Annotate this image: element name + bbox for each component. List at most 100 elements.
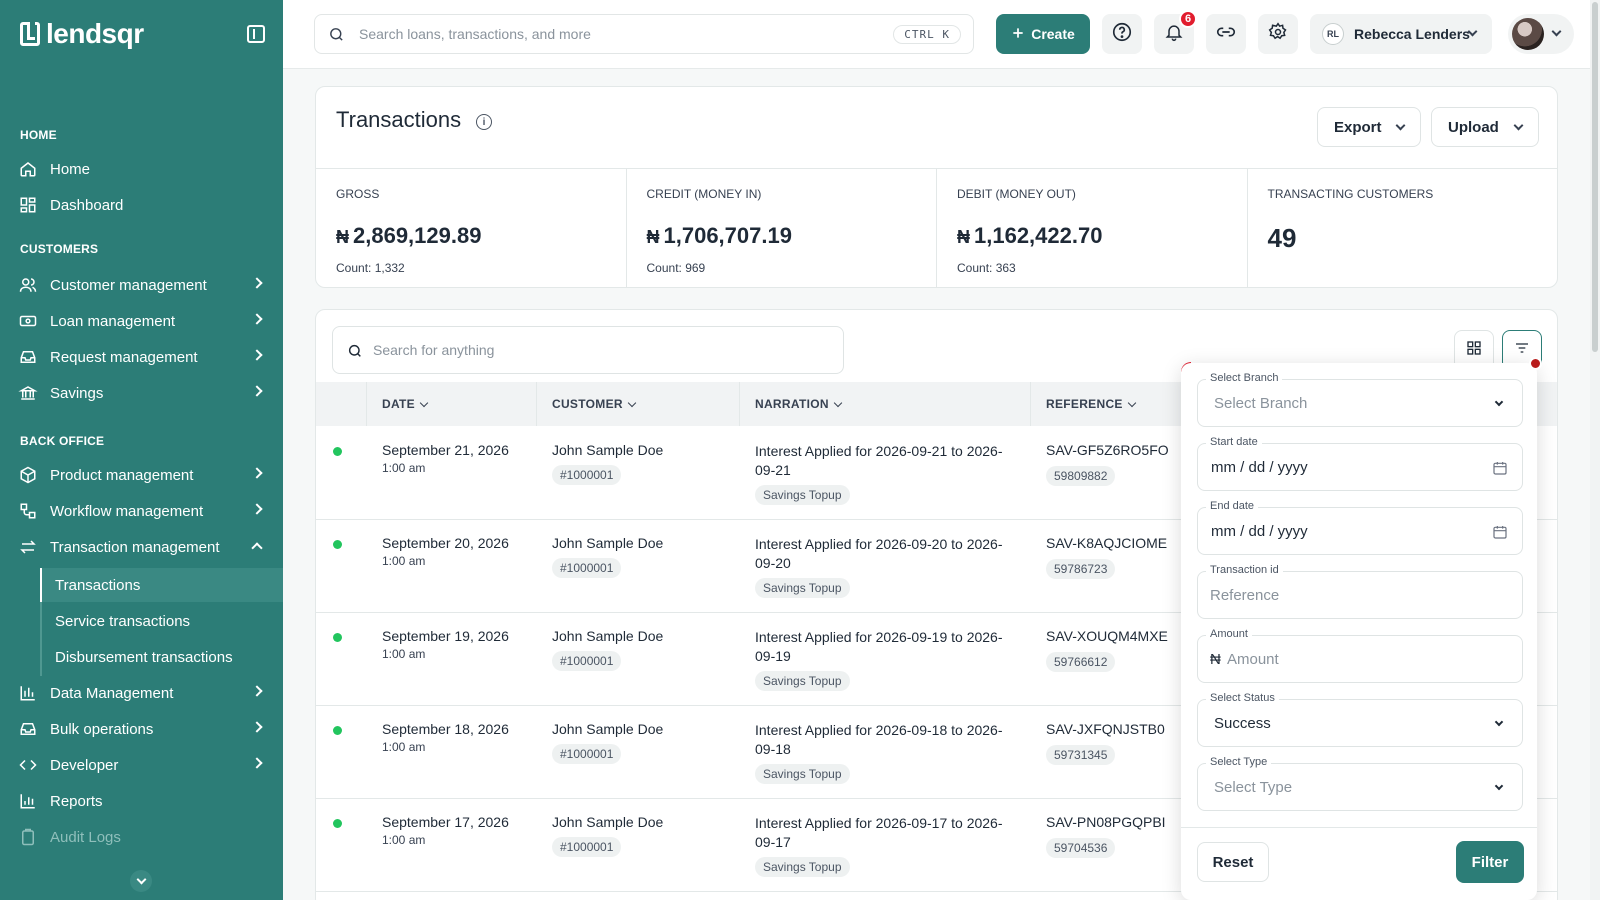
table-search-placeholder: Search for anything: [373, 342, 495, 358]
chevron-right-icon: [251, 277, 263, 289]
active-filter-indicator: [1529, 357, 1542, 370]
info-icon[interactable]: i: [476, 114, 492, 130]
customer-id-badge: #1000001: [552, 558, 622, 578]
row-customer[interactable]: John Sample Doe: [552, 628, 663, 644]
row-date: September 19, 2026: [382, 628, 509, 644]
apply-filter-button[interactable]: Filter: [1456, 841, 1524, 883]
page-title: Transactions: [336, 107, 462, 132]
table-search-input[interactable]: Search for anything: [332, 326, 844, 374]
sidebar-item-label: Reports: [50, 792, 103, 810]
upload-button[interactable]: Upload: [1431, 107, 1539, 147]
stat-value: ₦ 2,869,129.89: [336, 223, 481, 249]
sidebar-item-loan-management[interactable]: Loan management: [0, 304, 283, 338]
sidebar-item-transaction-management[interactable]: Transaction management: [0, 530, 283, 564]
reference-id-badge: 59731345: [1046, 745, 1116, 765]
export-button[interactable]: Export: [1317, 107, 1421, 147]
transaction-submenu: Transactions Service transactions Disbur…: [40, 568, 283, 676]
column-header-date[interactable]: DATE: [382, 397, 429, 411]
settings-button[interactable]: [1258, 14, 1298, 54]
sidebar-item-customer-management[interactable]: Customer management: [0, 268, 283, 302]
reset-button[interactable]: Reset: [1197, 842, 1269, 882]
transaction-id-field[interactable]: Transaction id Reference: [1197, 564, 1523, 619]
help-button[interactable]: [1102, 14, 1142, 54]
row-customer[interactable]: John Sample Doe: [552, 721, 663, 737]
column-header-customer[interactable]: CUSTOMER: [552, 397, 637, 411]
sidebar-item-workflow-management[interactable]: Workflow management: [0, 494, 283, 528]
user-menu[interactable]: RL Rebecca Lenders: [1310, 14, 1492, 54]
type-select[interactable]: Select Type Select Type: [1197, 756, 1523, 811]
row-time: 1:00 am: [382, 554, 426, 568]
sidebar-item-reports[interactable]: Reports: [0, 784, 283, 818]
arrows-swap-icon: [18, 537, 38, 557]
sidebar-item-home[interactable]: Home: [0, 152, 283, 186]
sidebar-subitem-disbursement-transactions[interactable]: Disbursement transactions: [42, 640, 285, 674]
amount-field[interactable]: Amount ₦ Amount: [1197, 628, 1523, 683]
start-date-field[interactable]: Start date mm / dd / yyyy: [1197, 436, 1523, 491]
create-button[interactable]: Create: [996, 14, 1090, 54]
topbar: Search loans, transactions, and more CTR…: [283, 0, 1600, 69]
page-scrollbar[interactable]: [1590, 0, 1600, 900]
sidebar-item-savings[interactable]: Savings: [0, 376, 283, 410]
scrollbar-thumb[interactable]: [1592, 2, 1598, 352]
sidebar-item-data-management[interactable]: Data Management: [0, 676, 283, 710]
upload-label: Upload: [1448, 118, 1499, 136]
chevron-right-icon: [251, 503, 263, 515]
notifications-button[interactable]: 6: [1154, 10, 1197, 54]
sidebar: lendsqr HOME Home Dashboard CUSTOMERS Cu…: [0, 0, 283, 900]
amount-label: Amount: [1206, 628, 1252, 640]
user-name: Rebecca Lenders: [1354, 26, 1470, 42]
row-customer[interactable]: John Sample Doe: [552, 814, 663, 830]
chevron-up-icon: [251, 542, 263, 554]
end-date-label: End date: [1206, 500, 1259, 512]
calendar-icon[interactable]: [1492, 524, 1508, 545]
stat-value: 49: [1267, 223, 1297, 253]
status-success-dot: [333, 447, 342, 456]
stat-count: Count: 1,332: [336, 261, 405, 275]
collapse-sidebar-icon[interactable]: [247, 25, 265, 43]
status-success-dot: [333, 819, 342, 828]
chart-icon: [18, 791, 38, 811]
row-narration: Interest Applied for 2026-09-18 to 2026-…: [755, 722, 1003, 757]
sidebar-item-label: Home: [50, 160, 91, 178]
sidebar-item-request-management[interactable]: Request management: [0, 340, 283, 374]
sidebar-item-audit-logs[interactable]: Audit Logs: [0, 820, 283, 854]
transaction-type-badge: Savings Topup: [755, 578, 850, 598]
stat-value: ₦ 1,706,707.19: [647, 223, 792, 249]
column-header-narration[interactable]: NARRATION: [755, 397, 843, 411]
gear-icon: [1268, 21, 1288, 47]
row-customer[interactable]: John Sample Doe: [552, 442, 663, 458]
status-select[interactable]: Select Status Success: [1197, 692, 1523, 747]
end-date-field[interactable]: End date mm / dd / yyyy: [1197, 500, 1523, 555]
row-customer[interactable]: John Sample Doe: [552, 535, 663, 551]
inbox-stack-icon: [18, 719, 38, 739]
transaction-type-badge: Savings Topup: [755, 671, 850, 691]
user-initials: RL: [1322, 23, 1344, 45]
global-search-input[interactable]: Search loans, transactions, and more CTR…: [314, 14, 974, 54]
bank-icon: [18, 383, 38, 403]
row-date: September 17, 2026: [382, 814, 509, 830]
grid-icon: [1466, 340, 1482, 361]
naira-symbol: ₦: [1210, 651, 1221, 668]
export-label: Export: [1334, 118, 1382, 136]
sidebar-item-developer[interactable]: Developer: [0, 748, 283, 782]
link-button[interactable]: [1206, 14, 1246, 54]
sidebar-item-product-management[interactable]: Product management: [0, 458, 283, 492]
scroll-down-icon[interactable]: [130, 870, 152, 892]
calendar-icon[interactable]: [1492, 460, 1508, 481]
stat-gross: GROSS ₦ 2,869,129.89 Count: 1,332: [316, 169, 627, 288]
sidebar-subitem-service-transactions[interactable]: Service transactions: [42, 604, 285, 638]
branch-select[interactable]: Select Branch Select Branch: [1197, 372, 1523, 427]
stat-label: CREDIT (MONEY IN): [646, 187, 762, 201]
sidebar-item-dashboard[interactable]: Dashboard: [0, 188, 283, 222]
filter-lines-icon: [1513, 340, 1531, 361]
sidebar-item-label: Request management: [50, 348, 198, 366]
sidebar-subitem-transactions[interactable]: Transactions: [40, 568, 283, 602]
users-icon: [18, 275, 38, 295]
column-header-reference[interactable]: REFERENCE: [1046, 397, 1136, 411]
sidebar-item-bulk-operations[interactable]: Bulk operations: [0, 712, 283, 746]
naira-symbol: ₦: [336, 227, 349, 247]
lendsqr-logo[interactable]: lendsqr: [20, 18, 144, 50]
row-time: 1:00 am: [382, 740, 426, 754]
avatar-menu[interactable]: [1508, 14, 1574, 54]
transaction-type-badge: Savings Topup: [755, 485, 850, 505]
